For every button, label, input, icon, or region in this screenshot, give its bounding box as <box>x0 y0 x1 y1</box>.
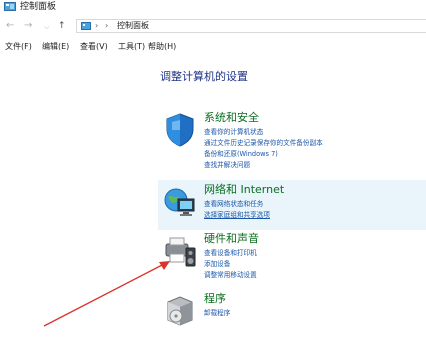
annotation-arrow <box>43 261 170 327</box>
